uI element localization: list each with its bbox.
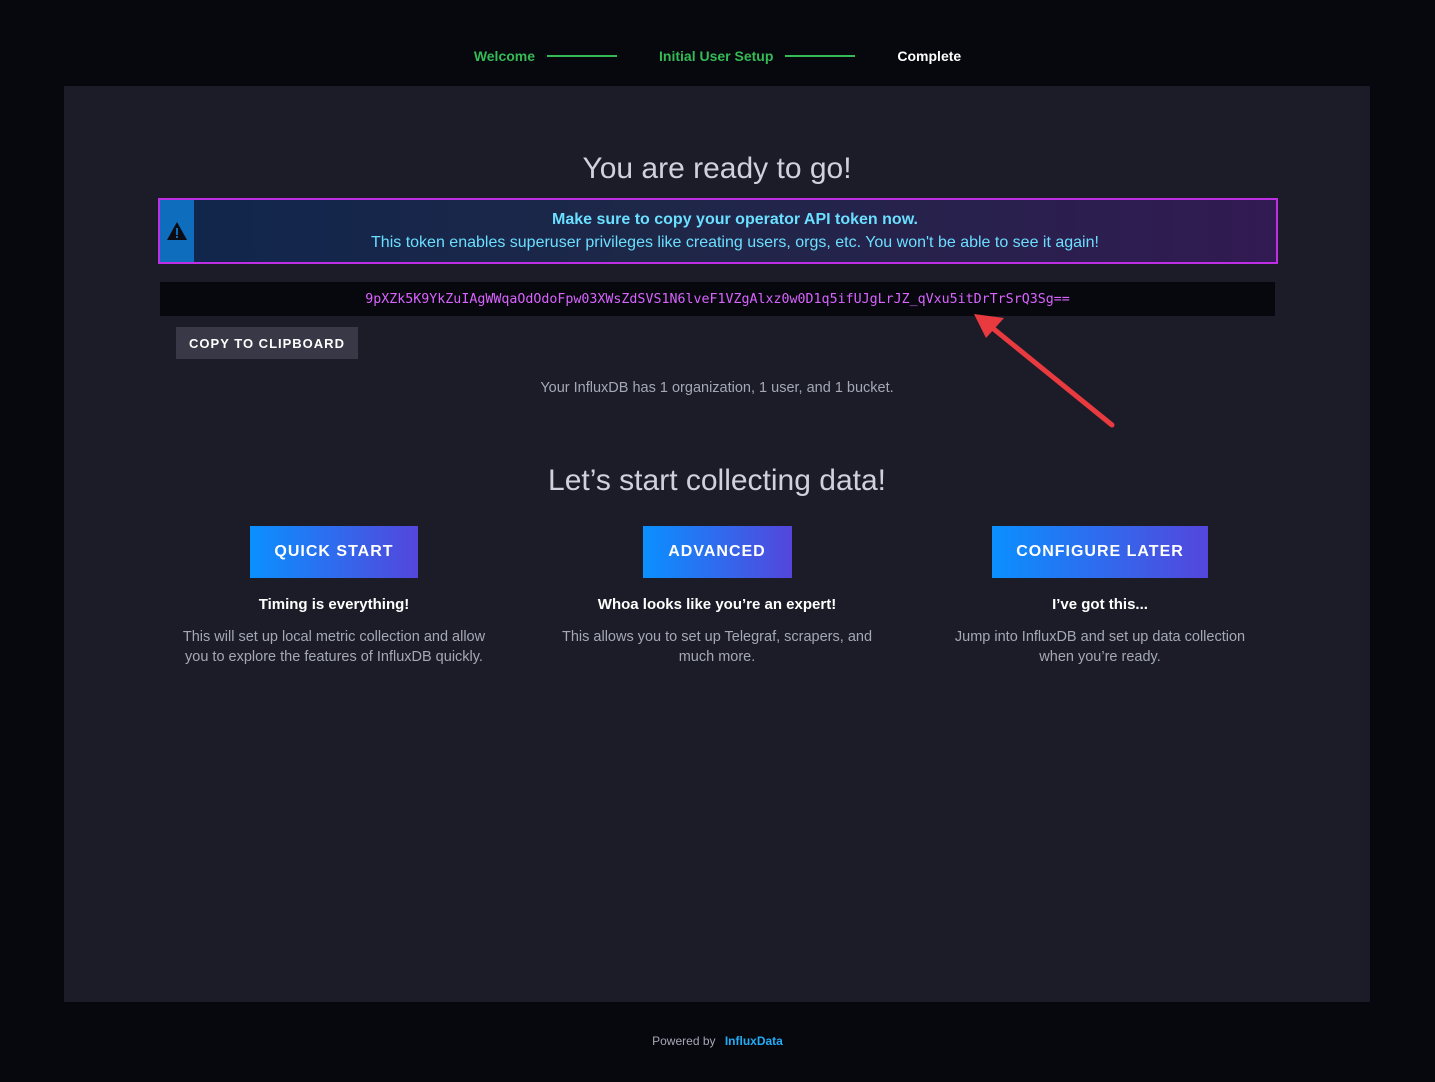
influxdata-logo[interactable]: InfluxData xyxy=(725,1034,783,1048)
option-title: I’ve got this... xyxy=(1052,596,1148,613)
api-token-box[interactable]: 9pXZk5K9YkZuIAgWWqaOdOdoFpw03XWsZdSVS1N6… xyxy=(160,282,1275,316)
option-title: Whoa looks like you’re an expert! xyxy=(597,596,837,613)
option-description-line: you to explore the features of InfluxDB … xyxy=(185,649,483,665)
option-description-line: This will set up local metric collection… xyxy=(182,629,486,645)
option-description-line: Jump into InfluxDB and set up data colle… xyxy=(954,629,1246,645)
advanced-button[interactable]: ADVANCED xyxy=(642,526,792,578)
setup-stepper: Welcome Initial User Setup Complete xyxy=(0,48,1435,64)
configure-later-button[interactable]: CONFIGURE LATER xyxy=(992,526,1208,578)
option-title: Timing is everything! xyxy=(258,596,410,613)
step-complete: Complete xyxy=(897,48,962,64)
alert-message: Make sure to copy your operator API toke… xyxy=(194,200,1276,262)
alert-heading: Make sure to copy your operator API toke… xyxy=(552,211,918,228)
alert-icon-box xyxy=(160,200,194,262)
instance-summary: Your InfluxDB has 1 organization, 1 user… xyxy=(540,380,894,396)
warning-icon xyxy=(167,222,187,240)
alert-body: This token enables superuser privileges … xyxy=(371,234,1099,251)
api-token-value[interactable]: 9pXZk5K9YkZuIAgWWqaOdOdoFpw03XWsZdSVS1N6… xyxy=(365,292,1069,307)
step-welcome: Welcome xyxy=(473,48,536,64)
option-configure-later: CONFIGURE LATER I’ve got this... Jump in… xyxy=(920,526,1280,667)
option-description-line: when you’re ready. xyxy=(1039,649,1161,665)
option-description: This allows you to set up Telegraf, scra… xyxy=(537,627,897,667)
token-warning-alert: Make sure to copy your operator API toke… xyxy=(158,198,1278,264)
collect-data-heading: Let’s start collecting data! xyxy=(548,464,886,497)
page-title: You are ready to go! xyxy=(582,152,852,185)
option-advanced: ADVANCED Whoa looks like you’re an exper… xyxy=(537,526,897,667)
option-description-line: This allows you to set up Telegraf, scra… xyxy=(561,629,873,645)
quick-start-button[interactable]: QUICK START xyxy=(250,526,418,578)
footer: Powered by InfluxData xyxy=(0,1034,1435,1048)
copy-to-clipboard-button[interactable]: COPY TO CLIPBOARD xyxy=(176,327,358,359)
option-description: Jump into InfluxDB and set up data colle… xyxy=(920,627,1280,667)
onboarding-panel: You are ready to go! Make sure to copy y… xyxy=(64,86,1370,1002)
step-connector xyxy=(785,55,856,57)
step-initial-user-setup: Initial User Setup xyxy=(659,48,774,64)
step-connector xyxy=(547,55,618,57)
option-description: This will set up local metric collection… xyxy=(154,627,514,667)
option-description-line: much more. xyxy=(678,649,756,665)
option-quick-start: QUICK START Timing is everything! This w… xyxy=(154,526,514,667)
powered-by-label: Powered by xyxy=(652,1034,716,1048)
